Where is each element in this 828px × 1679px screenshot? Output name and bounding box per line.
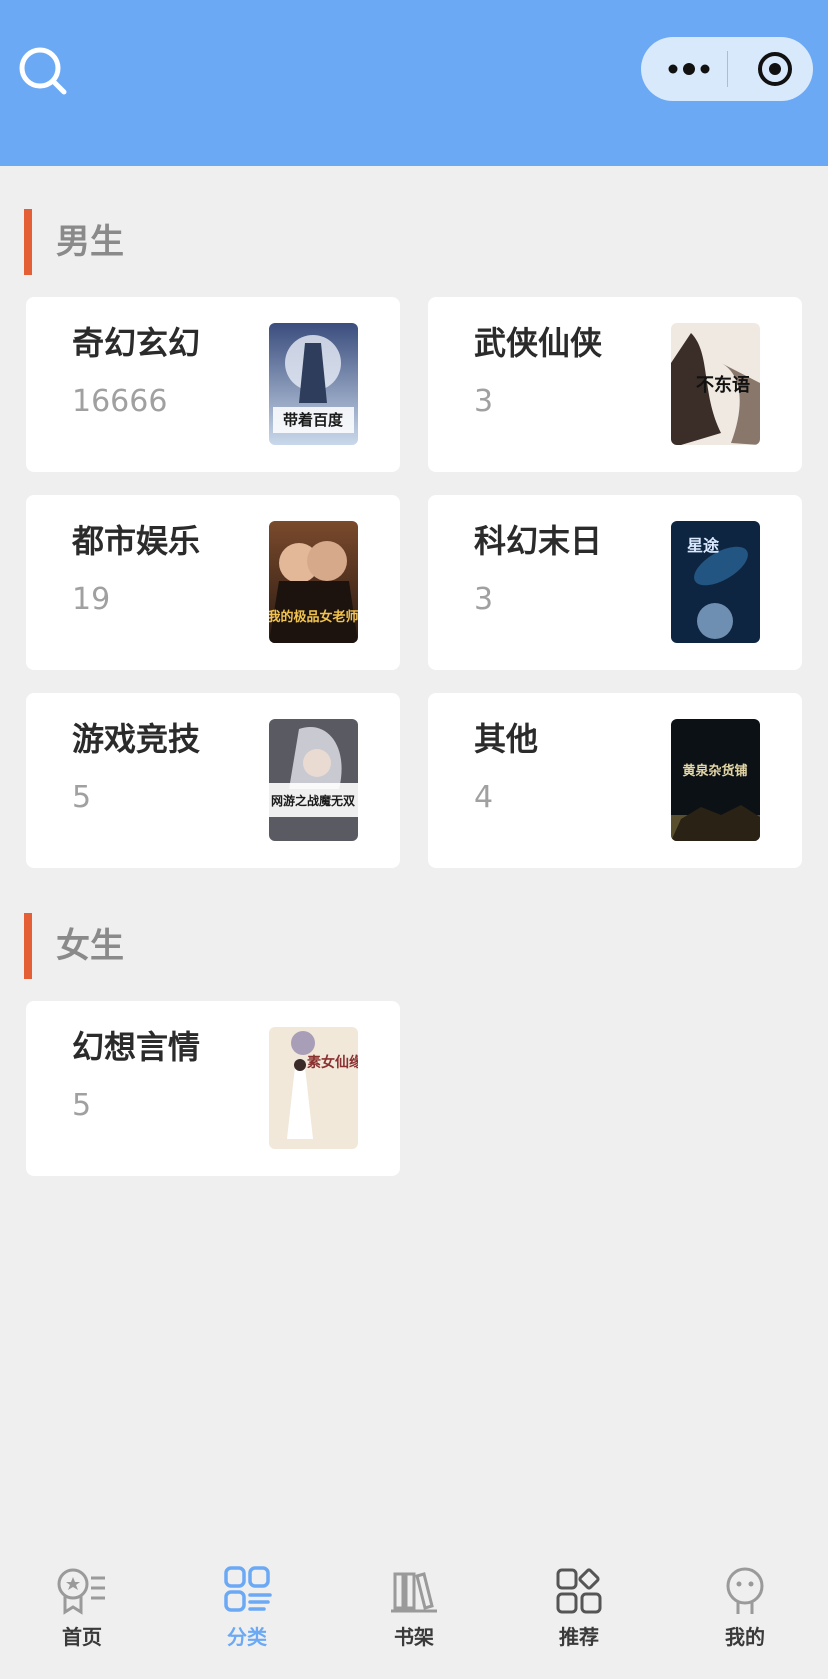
category-count: 5 [72, 1088, 92, 1123]
book-cover: 不东语 [671, 323, 760, 445]
category-card[interactable]: 奇幻玄幻 16666 带着百度 [26, 297, 400, 472]
category-card[interactable]: 其他 4 黄泉杂货铺 [428, 693, 802, 868]
tab-category[interactable]: 分类 [187, 1564, 307, 1664]
book-cover: 星途 [671, 521, 760, 643]
category-name: 武侠仙侠 [474, 324, 603, 362]
category-count: 19 [72, 582, 111, 617]
category-name: 幻想言情 [72, 1028, 201, 1066]
section-title: 女生 [56, 926, 124, 966]
category-card[interactable]: 幻想言情 5 素女仙缘 [26, 1001, 400, 1176]
svg-text:不东语: 不东语 [696, 374, 750, 396]
section-title: 男生 [56, 222, 124, 262]
category-count: 4 [474, 780, 494, 815]
svg-text:带着百度: 带着百度 [283, 411, 344, 429]
category-card[interactable]: 武侠仙侠 3 不东语 [428, 297, 802, 472]
search-icon[interactable] [16, 44, 70, 98]
category-count: 3 [474, 582, 494, 617]
book-cover: 网游之战魔无双 [269, 719, 358, 841]
tab-home[interactable]: 首页 [22, 1564, 142, 1664]
tab-label: 推荐 [559, 1625, 599, 1649]
category-count: 5 [72, 780, 92, 815]
tab-label: 书架 [394, 1625, 434, 1649]
svg-text:网游之战魔无双: 网游之战魔无双 [271, 793, 355, 808]
book-cover: 黄泉杂货铺 [671, 719, 760, 841]
book-cover: 素女仙缘 [269, 1027, 358, 1149]
svg-text:素女仙缘: 素女仙缘 [307, 1054, 358, 1071]
recommend-apps-icon [556, 1568, 602, 1614]
category-count: 3 [474, 384, 494, 419]
section-accent-bar [24, 209, 32, 275]
bookshelf-icon [391, 1572, 437, 1613]
section-accent-bar [24, 913, 32, 979]
target-close-icon[interactable] [745, 37, 805, 101]
svg-text:星途: 星途 [687, 536, 720, 555]
category-card[interactable]: 游戏竞技 5 网游之战魔无双 [26, 693, 400, 868]
book-cover: 我的极品女老师 [269, 521, 358, 643]
profile-face-icon [726, 1567, 764, 1614]
tab-bookshelf[interactable]: 书架 [354, 1564, 474, 1664]
tab-label: 我的 [725, 1625, 765, 1649]
mini-program-capsule [641, 37, 813, 101]
category-grid-icon [224, 1566, 272, 1612]
category-card[interactable]: 都市娱乐 19 我的极品女老师 [26, 495, 400, 670]
tab-profile[interactable]: 我的 [685, 1564, 805, 1664]
category-name: 科幻末日 [474, 522, 603, 560]
category-name: 奇幻玄幻 [72, 324, 201, 362]
bottom-tab-bar: 首页 分类 书架 推荐 我的 [0, 1550, 828, 1679]
more-dots-icon[interactable] [659, 37, 719, 101]
category-name: 其他 [474, 720, 539, 758]
svg-text:黄泉杂货铺: 黄泉杂货铺 [682, 763, 747, 779]
category-card[interactable]: 科幻末日 3 星途 [428, 495, 802, 670]
svg-text:我的极品女老师: 我的极品女老师 [269, 609, 358, 625]
tab-label: 首页 [62, 1625, 102, 1649]
category-name: 都市娱乐 [72, 522, 201, 560]
book-cover: 带着百度 [269, 323, 358, 445]
capsule-divider [727, 51, 728, 87]
tab-recommend[interactable]: 推荐 [519, 1564, 639, 1664]
tab-label: 分类 [227, 1625, 267, 1649]
category-name: 游戏竞技 [72, 720, 201, 758]
home-badge-icon [57, 1568, 105, 1615]
category-count: 16666 [72, 384, 168, 419]
header-zigzag-edge [0, 140, 828, 166]
